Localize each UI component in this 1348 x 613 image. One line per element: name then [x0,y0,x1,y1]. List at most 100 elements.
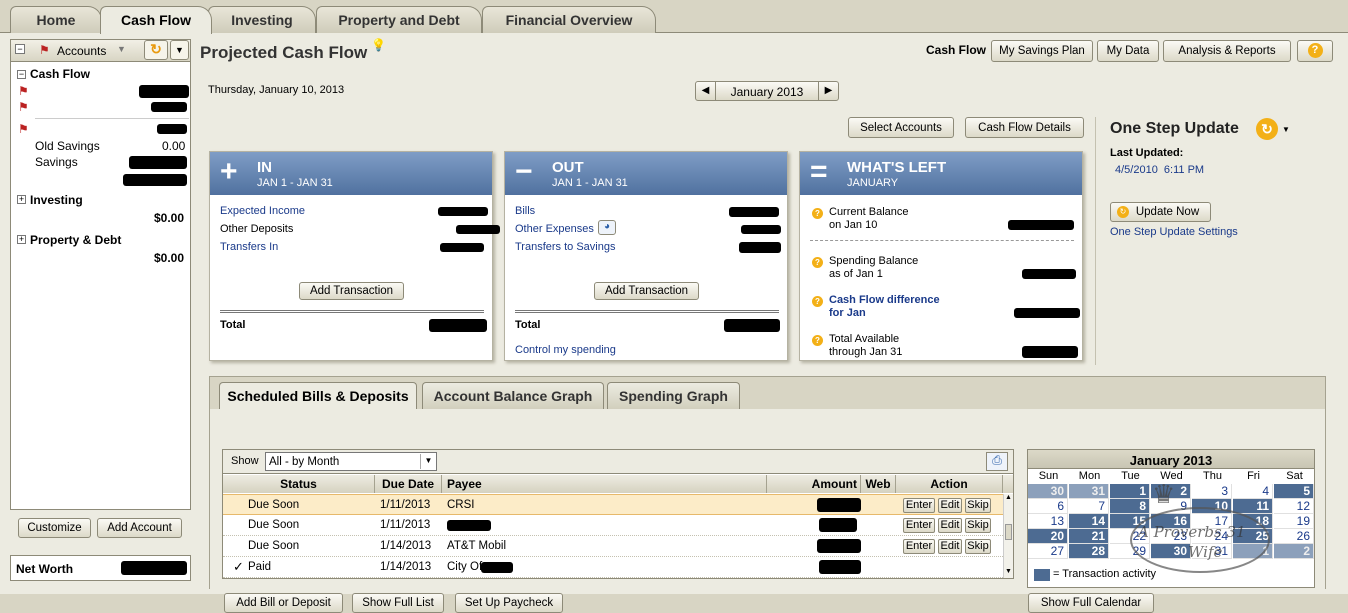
tab-scheduled-bills[interactable]: Scheduled Bills & Deposits [219,382,417,410]
tab-financial-overview[interactable]: Financial Overview [482,6,656,33]
scrollbar[interactable]: ▲ ▼ [1003,494,1013,578]
collapse-cash-flow-icon[interactable]: − [17,70,26,79]
enter-button[interactable]: Enter [903,539,935,554]
investing-group[interactable]: Investing [30,193,83,207]
select-accounts-button[interactable]: Select Accounts [848,117,954,138]
show-full-list-button[interactable]: Show Full List [352,593,444,613]
calendar-day[interactable]: 5 [1274,484,1314,499]
add-bill-deposit-button[interactable]: Add Bill or Deposit [224,593,343,613]
tab-investing[interactable]: Investing [208,6,316,33]
help-icon[interactable]: ? [812,296,823,307]
add-account-button[interactable]: Add Account [97,518,182,538]
cash-flow-group[interactable]: Cash Flow [30,67,90,81]
table-row[interactable]: Due Soon 1/14/2013 AT&T Mobil Enter Edit… [223,536,1005,557]
nav-my-savings-plan[interactable]: My Savings Plan [991,40,1093,62]
enter-button[interactable]: Enter [903,518,935,533]
update-now-button[interactable]: ↻ Update Now [1110,202,1211,222]
col-due-date[interactable]: Due Date [375,475,442,493]
account-savings[interactable]: Savings [35,155,78,169]
one-step-update-settings-link[interactable]: One Step Update Settings [1110,226,1238,238]
edit-button[interactable]: Edit [938,518,962,533]
calendar-day[interactable]: 14 [1069,514,1109,529]
chevron-down-icon[interactable]: ▼ [1282,125,1290,134]
one-step-update-icon[interactable]: ↻ [1256,118,1278,140]
calendar-day[interactable]: 7 [1069,499,1109,514]
skip-button[interactable]: Skip [965,498,991,513]
transfers-in-link[interactable]: Transfers In [220,241,278,253]
col-amount[interactable]: Amount [767,475,861,493]
tab-property-debt[interactable]: Property and Debt [316,6,482,33]
lightbulb-icon[interactable]: 💡 [371,38,386,52]
col-payee[interactable]: Payee [442,475,767,493]
calendar-day[interactable]: 1 [1110,484,1150,499]
customize-button[interactable]: Customize [18,518,91,538]
calendar-day[interactable]: 19 [1274,514,1314,529]
calendar-day[interactable]: 26 [1274,529,1314,544]
chevron-down-icon[interactable]: ▼ [117,44,126,54]
cash-flow-difference-link[interactable]: Cash Flow difference [829,294,940,306]
control-spending-link[interactable]: Control my spending [515,344,616,356]
calendar-day[interactable]: 12 [1274,499,1314,514]
add-transaction-out-button[interactable]: Add Transaction [594,282,699,300]
table-row[interactable]: Due Soon 1/11/2013 Enter Edit Skip [223,515,1005,536]
calendar-day[interactable]: 13 [1028,514,1068,529]
menu-chevron-icon[interactable]: ▼ [170,40,189,60]
cash-flow-details-button[interactable]: Cash Flow Details [965,117,1084,138]
calendar-day[interactable]: 30 [1028,484,1068,499]
help-icon[interactable]: ? [812,208,823,219]
enter-button[interactable]: Enter [903,498,935,513]
expand-icon[interactable]: + [17,235,26,244]
accounts-dropdown-label[interactable]: Accounts [57,44,106,58]
help-button[interactable]: ? [1297,40,1333,62]
cash-flow-difference-period[interactable]: for Jan [829,307,866,319]
calendar-day[interactable]: 4 [1233,484,1273,499]
show-full-calendar-button[interactable]: Show Full Calendar [1028,593,1154,613]
scroll-up-icon[interactable]: ▲ [1005,494,1012,501]
scroll-thumb[interactable] [1005,524,1012,540]
bills-link[interactable]: Bills [515,205,535,217]
tab-home[interactable]: Home [10,6,102,33]
pie-chart-icon[interactable]: ◕ [598,220,616,235]
skip-button[interactable]: Skip [965,539,991,554]
expected-income-link[interactable]: Expected Income [220,205,305,217]
add-transaction-in-button[interactable]: Add Transaction [299,282,404,300]
calendar-day[interactable]: 8 [1110,499,1150,514]
other-expenses-link[interactable]: Other Expenses [515,223,594,235]
calendar-day[interactable]: 31 [1069,484,1109,499]
skip-button[interactable]: Skip [965,518,991,533]
scroll-down-icon[interactable]: ▼ [1005,568,1012,575]
tab-cash-flow[interactable]: Cash Flow [100,6,212,34]
expand-icon[interactable]: + [17,195,26,204]
chevron-down-icon[interactable]: ▼ [420,454,436,469]
account-old-savings[interactable]: Old Savings [35,139,100,153]
help-icon[interactable]: ? [812,257,823,268]
calendar-day[interactable]: 20 [1028,529,1068,544]
nav-analysis-reports[interactable]: Analysis & Reports [1163,40,1291,62]
col-action[interactable]: Action [896,475,1003,493]
collapse-icon[interactable]: − [15,44,25,54]
calendar-day[interactable]: 28 [1069,544,1109,559]
col-web[interactable]: Web [861,475,896,493]
show-filter-select[interactable]: All - by Month ▼ [265,452,437,471]
set-up-paycheck-button[interactable]: Set Up Paycheck [455,593,563,613]
col-status[interactable]: Status [223,475,375,493]
calendar-day[interactable]: 27 [1028,544,1068,559]
table-row[interactable]: ✓ Paid 1/14/2013 City Of [223,557,1005,578]
prev-month-icon[interactable]: ◀ [696,82,716,100]
nav-cash-flow[interactable]: Cash Flow [926,43,986,57]
next-month-icon[interactable]: ▶ [818,82,838,100]
help-icon[interactable]: ? [812,335,823,346]
edit-button[interactable]: Edit [938,539,962,554]
tab-account-balance-graph[interactable]: Account Balance Graph [422,382,604,409]
property-debt-group[interactable]: Property & Debt [30,233,121,247]
table-row[interactable]: Due Soon 1/11/2013 CRSI Enter Edit Skip [223,494,1005,515]
calendar-day[interactable]: 6 [1028,499,1068,514]
one-step-update-icon[interactable]: ↻ [144,40,168,60]
calendar-day[interactable]: 21 [1069,529,1109,544]
calendar-day[interactable]: 2 [1274,544,1314,559]
edit-button[interactable]: Edit [938,498,962,513]
transfers-to-savings-link[interactable]: Transfers to Savings [515,241,615,253]
print-icon[interactable]: ⎙ [986,452,1008,471]
tab-spending-graph[interactable]: Spending Graph [607,382,740,409]
nav-my-data[interactable]: My Data [1097,40,1159,62]
